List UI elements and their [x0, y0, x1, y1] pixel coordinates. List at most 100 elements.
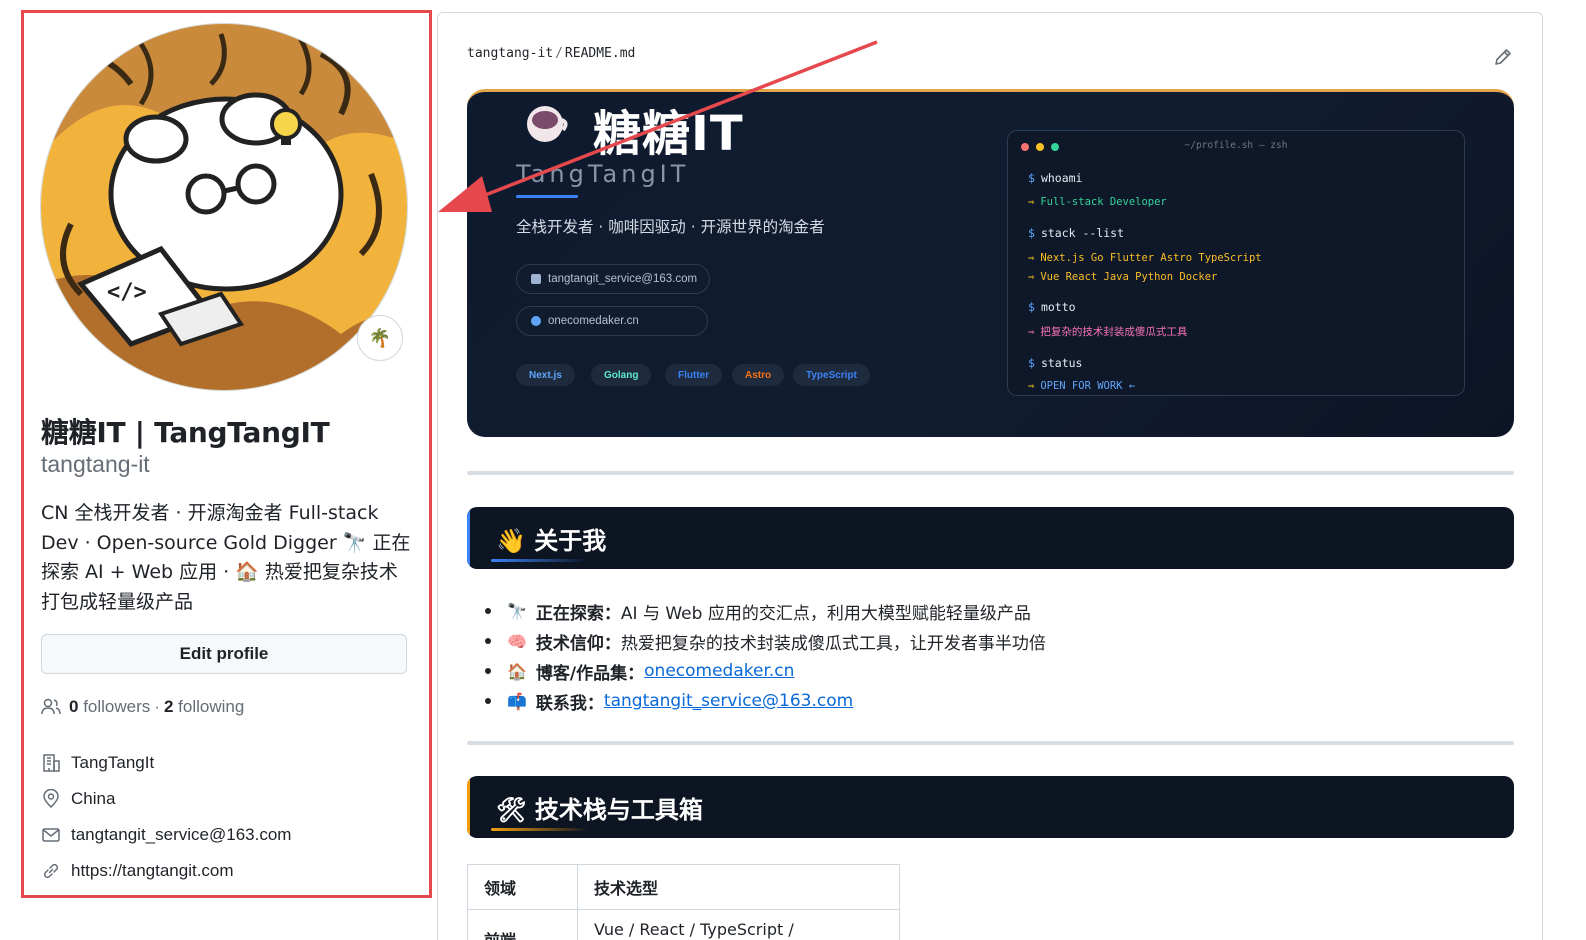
bullet	[485, 638, 491, 644]
terminal-output-line: ⇒ Vue React Java Python Docker	[1028, 271, 1217, 283]
tag-label: Next.js	[529, 369, 562, 381]
table-header: 领域	[467, 864, 578, 910]
tag-typescript: TypeScript	[793, 364, 870, 386]
contact-email-link[interactable]: tangtangit_service@163.com	[604, 691, 853, 711]
terminal-command-line: $ motto	[1028, 300, 1076, 314]
item-label: 技术信仰	[535, 633, 604, 654]
mail-icon	[42, 828, 60, 842]
profile-display-name: 糖糖IT | TangTangIT	[41, 416, 330, 449]
terminal-prompt: $	[1028, 171, 1035, 185]
terminal-command: motto	[1040, 300, 1076, 314]
about-title: 👋 关于我	[496, 521, 606, 556]
tag-label: Golang	[604, 369, 639, 381]
item-label: 正在探索	[535, 603, 604, 624]
terminal-output: OPEN FOR WORK ←	[1040, 380, 1136, 392]
terminal-output: Full-stack Developer	[1040, 196, 1167, 208]
email-pill[interactable]: tangtangit_service@163.com	[516, 264, 711, 294]
banner-tagline: 全栈开发者 · 咖啡因驱动 · 开源世界的淘金者	[516, 218, 825, 236]
about-list: 🔭 正在探索： AI 与 Web 应用的交汇点，利用大模型赋能轻量级产品 🧠 技…	[485, 596, 1046, 716]
section-accent	[467, 776, 470, 838]
palm-tree-icon: 🌴	[368, 327, 392, 348]
email-link[interactable]: tangtangit_service@163.com	[71, 825, 291, 845]
terminal-prompt: $	[1028, 226, 1035, 240]
site-pill-text: onecomedaker.cn	[548, 315, 639, 327]
email-pill-text: tangtangit_service@163.com	[548, 273, 698, 285]
pencil-icon[interactable]	[1492, 46, 1514, 68]
banner-subtitle: TangTangIT	[516, 160, 690, 188]
item-label: 联系我	[535, 693, 587, 714]
readme-filename: README.md	[564, 46, 636, 61]
about-title-text: 关于我	[534, 527, 607, 555]
site-pill[interactable]: onecomedaker.cn	[516, 306, 708, 336]
terminal-prompt: $	[1028, 356, 1035, 370]
readme-panel: tangtang-it / README.md 糖糖IT TangTangIT 全栈…	[437, 12, 1543, 940]
following-count: 2	[163, 697, 174, 716]
followers-count: 0	[69, 697, 79, 716]
terminal-command-line: $ whoami	[1028, 171, 1082, 185]
avatar-container: </> 🌴	[40, 23, 410, 393]
profile-bio: CN 全栈开发者 · 开源淘金者 Full-stack Dev · Open-s…	[41, 502, 411, 613]
profile-banner: 糖糖IT TangTangIT 全栈开发者 · 咖啡因驱动 · 开源世界的淘金者…	[467, 89, 1514, 437]
blog-link[interactable]: onecomedaker.cn	[644, 661, 794, 681]
tag-nextjs: Next.js	[516, 364, 575, 386]
website-link[interactable]: https://tangtangit.com	[71, 861, 234, 881]
item-text: AI 与 Web 应用的交汇点，利用大模型赋能轻量级产品	[620, 603, 1031, 624]
stack-underline	[491, 828, 589, 831]
follow-stats: 0 followers · 2 following	[41, 697, 244, 717]
item-colon: ：	[627, 663, 645, 684]
people-icon	[41, 698, 61, 715]
table-cell: 前端	[467, 909, 578, 940]
edit-profile-button[interactable]: Edit profile	[41, 634, 407, 674]
terminal-arrow: ⇒	[1028, 380, 1035, 392]
table-header: 技术选型	[577, 864, 900, 910]
vcard-website[interactable]: https://tangtangit.com	[41, 853, 291, 889]
organization-text: TangTangIt	[71, 753, 155, 772]
tag-astro: Astro	[732, 364, 785, 386]
profile-username: tangtang-it	[41, 451, 150, 477]
bullet	[485, 668, 491, 674]
avatar[interactable]: </>	[40, 23, 408, 391]
vcard-email[interactable]: tangtangit_service@163.com	[41, 817, 291, 853]
terminal-arrow: ⇒	[1028, 252, 1035, 264]
brain-icon: 🧠	[507, 631, 527, 651]
location-pin-icon	[43, 789, 59, 809]
tag-flutter: Flutter	[665, 364, 723, 386]
terminal-command-line: $ stack --list	[1028, 226, 1124, 240]
terminal-command: whoami	[1040, 171, 1083, 185]
section-divider	[467, 471, 1514, 475]
terminal-arrow: ⇒	[1028, 326, 1035, 338]
avatar-illustration: </>	[41, 24, 407, 390]
list-item: 🏠 博客/作品集： onecomedaker.cn	[485, 656, 1046, 686]
tag-label: TypeScript	[806, 369, 857, 381]
building-icon	[43, 754, 60, 772]
terminal-output-line: ⇒ Next.js Go Flutter Astro TypeScript	[1028, 252, 1262, 264]
house-icon: 🏠	[507, 661, 527, 681]
list-item: 🔭 正在探索： AI 与 Web 应用的交汇点，利用大模型赋能轻量级产品	[485, 596, 1046, 626]
banner-underline	[516, 195, 578, 198]
terminal-output-line: ⇒ OPEN FOR WORK ←	[1028, 380, 1135, 392]
table-header-row: 领域 技术选型	[467, 864, 900, 910]
following-link[interactable]: 2 following	[164, 697, 244, 717]
tag-label: Astro	[745, 369, 772, 381]
terminal-output: Next.js Go Flutter Astro TypeScript	[1040, 252, 1262, 264]
profile-sidebar: </> 🌴 糖糖IT | TangTangIT tangtang-it CN 全…	[21, 10, 432, 898]
terminal-output-line: ⇒ Full-stack Developer	[1028, 196, 1167, 208]
telescope-icon: 🔭	[507, 601, 527, 621]
mailbox-icon: 📫	[507, 691, 527, 711]
followers-link[interactable]: 0 followers	[69, 697, 150, 717]
terminal-arrow: ⇒	[1028, 271, 1035, 283]
bullet	[485, 608, 491, 614]
readme-path: tangtang-it / README.md	[467, 46, 635, 61]
section-divider	[467, 741, 1514, 745]
vcard-location: China	[41, 781, 291, 817]
status-emoji-button[interactable]: 🌴	[357, 315, 403, 361]
stack-table: 领域 技术选型 前端 Vue / React / TypeScript / Ta…	[467, 864, 900, 940]
following-label: following	[178, 697, 245, 716]
readme-owner-link[interactable]: tangtang-it	[467, 46, 553, 61]
section-accent	[467, 507, 470, 569]
terminal-arrow: ⇒	[1028, 196, 1035, 208]
terminal-command: stack --list	[1040, 226, 1125, 240]
terminal-prompt: $	[1028, 300, 1035, 314]
terminal-command: status	[1040, 356, 1083, 370]
banner-title: 糖糖IT	[593, 106, 744, 162]
